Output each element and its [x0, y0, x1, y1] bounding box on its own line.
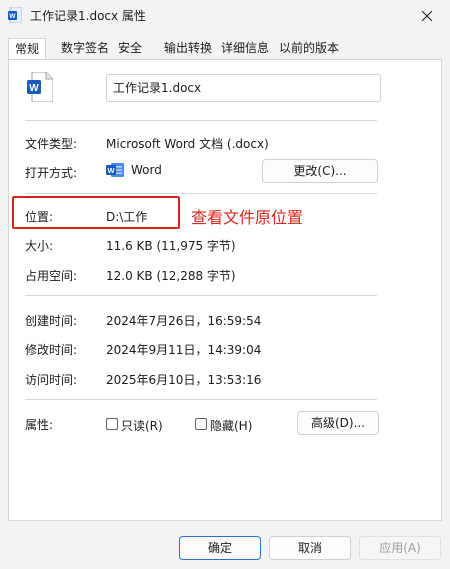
size-label: 大小: [25, 239, 54, 253]
accessed-value: 2025年6月10日，13:53:16 [106, 373, 262, 387]
word-app-icon: W [106, 162, 124, 178]
size-on-disk-value: 12.0 KB (12,288 字节) [106, 269, 236, 283]
hidden-checkbox[interactable] [195, 418, 207, 430]
size-value: 11.6 KB (11,975 字节) [106, 239, 236, 253]
close-icon [422, 11, 432, 21]
file-name-field[interactable]: 工作记录1.docx [106, 74, 381, 102]
file-type-value: Microsoft Word 文档 (.docx) [106, 137, 269, 151]
word-document-icon: W [8, 6, 23, 24]
title-bar: W 工作记录1.docx 属性 [0, 0, 450, 32]
attributes-label: 属性: [25, 418, 54, 432]
location-label: 位置: [25, 210, 54, 224]
created-value: 2024年7月26日，16:59:54 [106, 314, 262, 328]
divider [25, 120, 377, 121]
modified-label: 修改时间: [25, 343, 78, 357]
advanced-button[interactable]: 高级(D)... [297, 411, 379, 435]
open-with-label: 打开方式: [25, 166, 78, 180]
tab-details[interactable]: 详细信息 [215, 38, 275, 60]
window-title: 工作记录1.docx 属性 [30, 9, 146, 23]
location-value: D:\工作 [106, 210, 148, 224]
size-on-disk-label: 占用空间: [25, 269, 78, 283]
open-with-app-name: Word [131, 163, 162, 177]
annotation-text: 查看文件原位置 [191, 208, 304, 227]
accessed-label: 访问时间: [25, 373, 78, 387]
created-label: 创建时间: [25, 314, 78, 328]
tab-previous-versions[interactable]: 以前的版本 [273, 38, 345, 60]
file-type-label: 文件类型: [25, 137, 78, 151]
svg-text:W: W [107, 166, 115, 175]
change-button[interactable]: 更改(C)... [262, 159, 378, 183]
divider [25, 399, 377, 400]
ok-button[interactable]: 确定 [179, 536, 261, 560]
apply-button[interactable]: 应用(A) [359, 536, 441, 560]
general-panel: W 工作记录1.docx 文件类型: Microsoft Word 文档 (.d… [8, 59, 442, 521]
tab-digital-signatures[interactable]: 数字签名 [55, 38, 115, 60]
word-file-icon: W [27, 71, 54, 103]
tab-output-conversion[interactable]: 输出转换 [158, 38, 218, 60]
hidden-label[interactable]: 隐藏(H) [210, 417, 252, 434]
modified-value: 2024年9月11日，14:39:04 [106, 343, 262, 357]
tab-security[interactable]: 安全 [112, 38, 148, 60]
divider [25, 193, 377, 194]
close-button[interactable] [404, 0, 450, 32]
readonly-label[interactable]: 只读(R) [121, 417, 163, 434]
svg-text:W: W [29, 83, 39, 94]
cancel-button[interactable]: 取消 [269, 536, 351, 560]
readonly-checkbox[interactable] [106, 418, 118, 430]
divider [25, 295, 377, 296]
svg-text:W: W [9, 13, 16, 20]
